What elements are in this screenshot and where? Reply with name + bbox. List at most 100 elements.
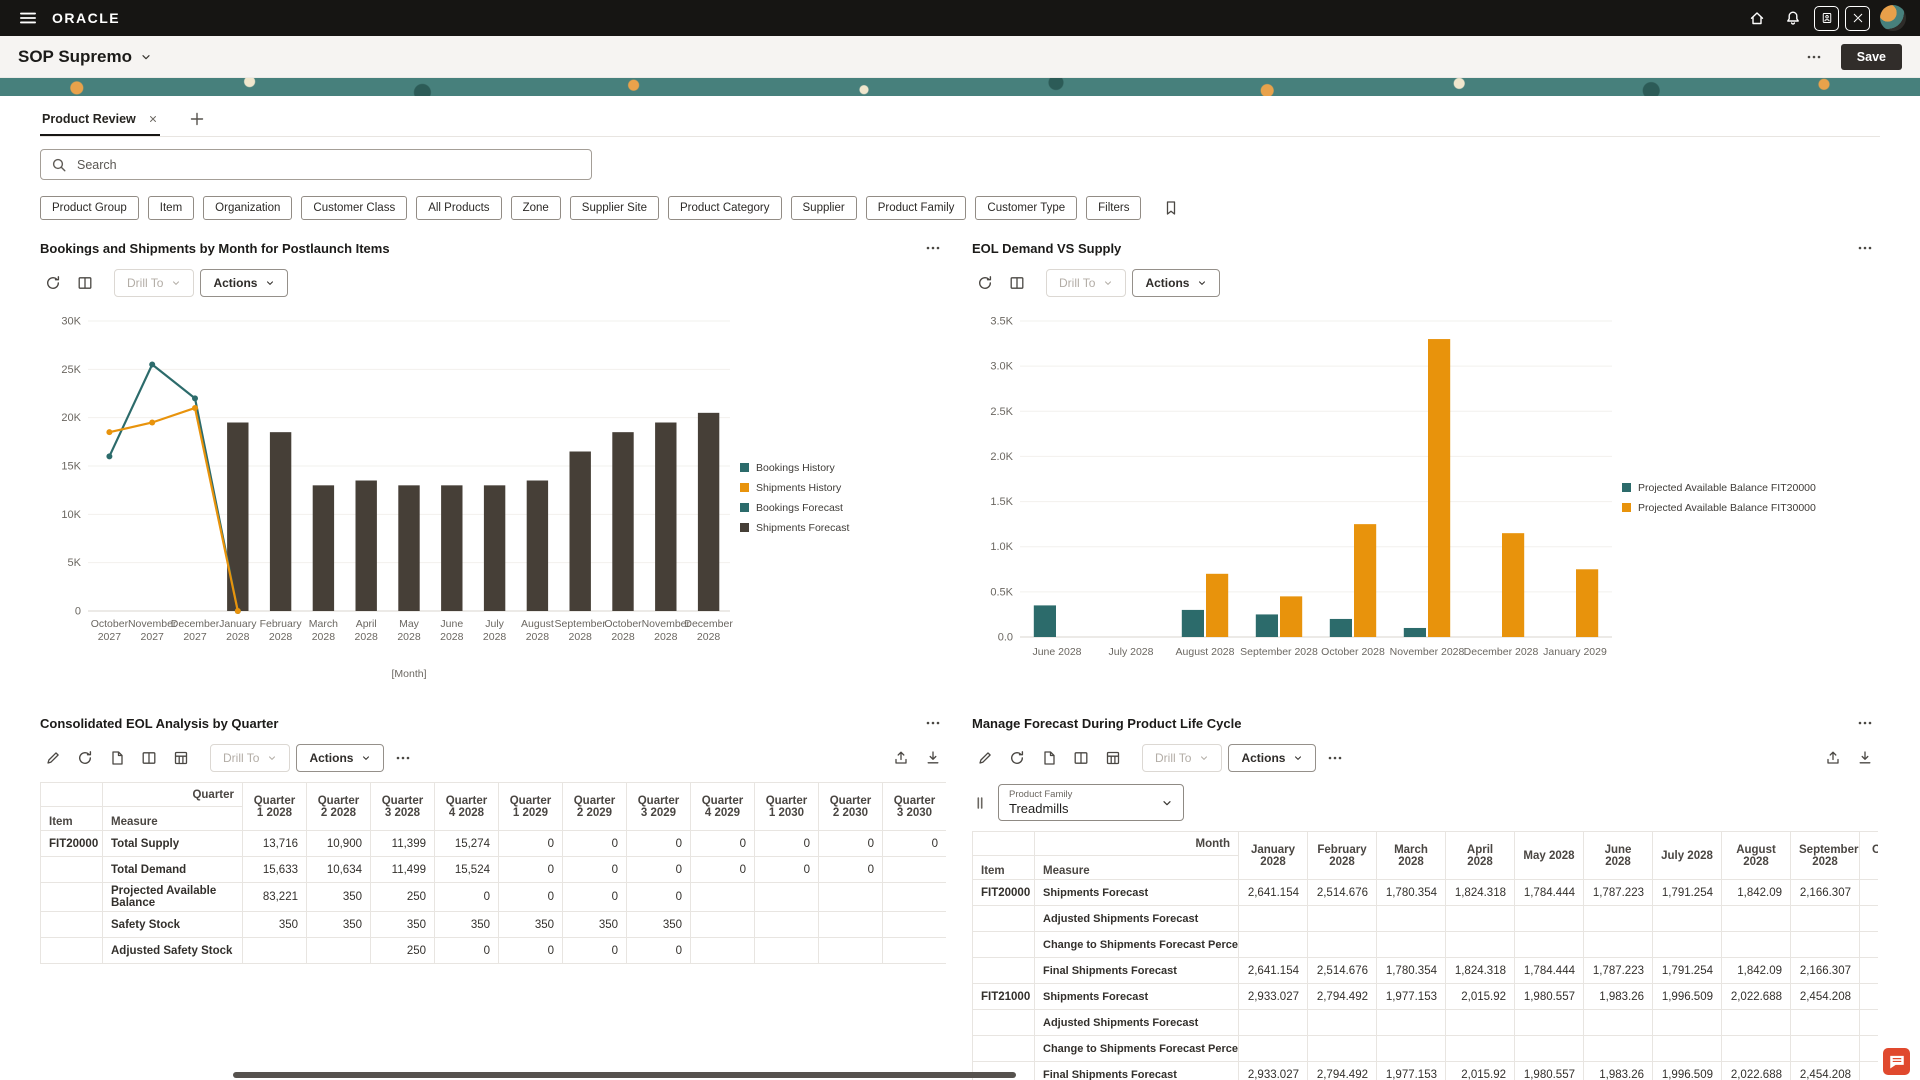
value-cell[interactable] (1860, 1062, 1879, 1080)
value-cell[interactable] (883, 912, 947, 938)
value-cell[interactable] (1860, 906, 1879, 932)
value-cell[interactable] (1377, 1036, 1446, 1062)
value-cell[interactable]: 350 (435, 912, 499, 938)
value-cell[interactable]: 1,824.318 (1446, 958, 1515, 984)
value-cell[interactable] (1860, 1010, 1879, 1036)
value-cell[interactable]: 2,166.307 (1791, 958, 1860, 984)
grid-view-button[interactable] (1100, 745, 1126, 771)
filter-chip-product-group[interactable]: Product Group (40, 196, 139, 220)
value-cell[interactable]: 15,524 (435, 857, 499, 883)
value-cell[interactable]: 0 (563, 938, 627, 964)
value-cell[interactable]: 0 (627, 938, 691, 964)
filter-chip-product-family[interactable]: Product Family (866, 196, 967, 220)
layout-toggle-button[interactable] (1004, 270, 1030, 296)
column-header[interactable]: Quarter 2 2029 (563, 783, 627, 831)
layout-toggle-button[interactable] (136, 745, 162, 771)
column-header[interactable]: Quarter 1 2030 (755, 783, 819, 831)
value-cell[interactable]: 15,633 (243, 857, 307, 883)
user-avatar[interactable] (1880, 5, 1906, 31)
column-header[interactable]: Quarter 3 2030 (883, 783, 947, 831)
value-cell[interactable]: 2,454.208 (1791, 1062, 1860, 1080)
value-cell[interactable] (1515, 1036, 1584, 1062)
value-cell[interactable]: 0 (627, 857, 691, 883)
value-cell[interactable] (1860, 932, 1879, 958)
filter-chip-zone[interactable]: Zone (511, 196, 561, 220)
value-cell[interactable]: 83,221 (243, 883, 307, 912)
product-family-select[interactable]: Product Family Treadmills (998, 784, 1184, 821)
drill-to-button[interactable]: Drill To (1142, 744, 1222, 772)
value-cell[interactable]: 0 (627, 883, 691, 912)
value-cell[interactable]: 1,787.223 (1584, 880, 1653, 906)
value-cell[interactable] (243, 938, 307, 964)
filter-chip-filters[interactable]: Filters (1086, 196, 1141, 220)
actions-button[interactable]: Actions (200, 269, 288, 297)
refresh-button[interactable] (972, 270, 998, 296)
tab-product-review[interactable]: Product Review (40, 102, 160, 136)
toolbar-overflow-button[interactable] (390, 745, 416, 771)
download-button[interactable] (1852, 745, 1878, 771)
column-header[interactable]: July 2028 (1653, 832, 1722, 880)
value-cell[interactable]: 1,791.254 (1653, 880, 1722, 906)
toolbar-overflow-button[interactable] (1322, 745, 1348, 771)
header-overflow-button[interactable] (1801, 44, 1827, 70)
drag-handle-icon[interactable] (972, 795, 988, 811)
column-header[interactable]: September 2028 (1791, 832, 1860, 880)
home-button[interactable] (1742, 3, 1772, 33)
value-cell[interactable]: 1,842.09 (1722, 958, 1791, 984)
filter-chip-customer-type[interactable]: Customer Type (975, 196, 1077, 220)
value-cell[interactable] (1860, 958, 1879, 984)
actions-button[interactable]: Actions (296, 744, 384, 772)
value-cell[interactable]: 1,787.223 (1584, 958, 1653, 984)
notes-button[interactable] (1036, 745, 1062, 771)
value-cell[interactable] (691, 912, 755, 938)
panel-overflow-button[interactable] (920, 235, 946, 261)
horizontal-scrollbar[interactable] (233, 1072, 1016, 1078)
value-cell[interactable] (1308, 932, 1377, 958)
value-cell[interactable] (1584, 906, 1653, 932)
bookmark-button[interactable] (1158, 195, 1184, 221)
value-cell[interactable]: 15,274 (435, 831, 499, 857)
value-cell[interactable] (755, 883, 819, 912)
edit-button[interactable] (972, 745, 998, 771)
value-cell[interactable] (755, 938, 819, 964)
value-cell[interactable] (819, 912, 883, 938)
value-cell[interactable]: 2,166.307 (1791, 880, 1860, 906)
value-cell[interactable] (307, 938, 371, 964)
value-cell[interactable] (1377, 906, 1446, 932)
refresh-button[interactable] (72, 745, 98, 771)
filter-chip-product-category[interactable]: Product Category (668, 196, 782, 220)
column-header[interactable]: Quarter 3 2029 (627, 783, 691, 831)
value-cell[interactable] (1860, 1036, 1879, 1062)
value-cell[interactable]: 1,980.557 (1515, 984, 1584, 1010)
value-cell[interactable] (755, 912, 819, 938)
value-cell[interactable] (1239, 1010, 1308, 1036)
value-cell[interactable]: 1,791.254 (1653, 958, 1722, 984)
value-cell[interactable]: 250 (371, 883, 435, 912)
column-header[interactable]: May 2028 (1515, 832, 1584, 880)
column-header[interactable]: Quarter 3 2028 (371, 783, 435, 831)
column-header[interactable]: Quarter 1 2028 (243, 783, 307, 831)
filter-chip-supplier[interactable]: Supplier (791, 196, 857, 220)
refresh-button[interactable] (1004, 745, 1030, 771)
value-cell[interactable] (1791, 1036, 1860, 1062)
value-cell[interactable]: 2,641.154 (1239, 880, 1308, 906)
drill-to-button[interactable]: Drill To (114, 269, 194, 297)
value-cell[interactable] (1308, 1010, 1377, 1036)
value-cell[interactable]: 350 (307, 883, 371, 912)
value-cell[interactable] (1653, 906, 1722, 932)
value-cell[interactable] (1308, 906, 1377, 932)
value-cell[interactable]: 0 (819, 831, 883, 857)
value-cell[interactable]: 0 (627, 831, 691, 857)
drill-to-button[interactable]: Drill To (210, 744, 290, 772)
value-cell[interactable]: 2,015.92 (1446, 1062, 1515, 1080)
value-cell[interactable] (1722, 906, 1791, 932)
value-cell[interactable] (1722, 1036, 1791, 1062)
value-cell[interactable] (1584, 1010, 1653, 1036)
value-cell[interactable] (819, 938, 883, 964)
value-cell[interactable]: 350 (627, 912, 691, 938)
value-cell[interactable]: 2,022.688 (1722, 984, 1791, 1010)
column-header[interactable]: Quarter 4 2028 (435, 783, 499, 831)
value-cell[interactable]: 0 (435, 938, 499, 964)
layout-toggle-button[interactable] (72, 270, 98, 296)
value-cell[interactable]: 1,996.509 (1653, 1062, 1722, 1080)
